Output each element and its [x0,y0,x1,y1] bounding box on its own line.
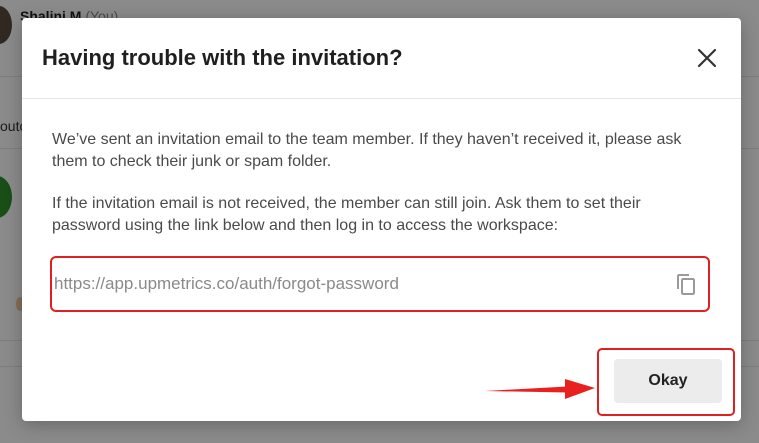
dialog-paragraph-password-link: If the invitation email is not received,… [52,195,641,234]
invitation-help-dialog: Having trouble with the invitation? We’v… [22,18,741,421]
okay-button[interactable]: Okay [614,359,722,403]
arrow-icon [485,379,595,399]
password-link-field [50,256,710,312]
dialog-title: Having trouble with the invitation? [42,45,403,70]
dialog-paragraph-junk-folder: We’ve sent an invitation email to the te… [52,131,682,170]
okay-button-highlight: Okay [597,348,735,416]
arrow-annotation [485,377,597,401]
dialog-header: Having trouble with the invitation? [22,18,741,99]
copy-link-button[interactable] [674,272,698,296]
copy-icon[interactable] [674,272,698,296]
close-button[interactable] [695,46,719,70]
dialog-body: We’ve sent an invitation email to the te… [52,129,711,237]
password-link-input[interactable] [52,258,662,310]
close-icon[interactable] [695,46,719,70]
